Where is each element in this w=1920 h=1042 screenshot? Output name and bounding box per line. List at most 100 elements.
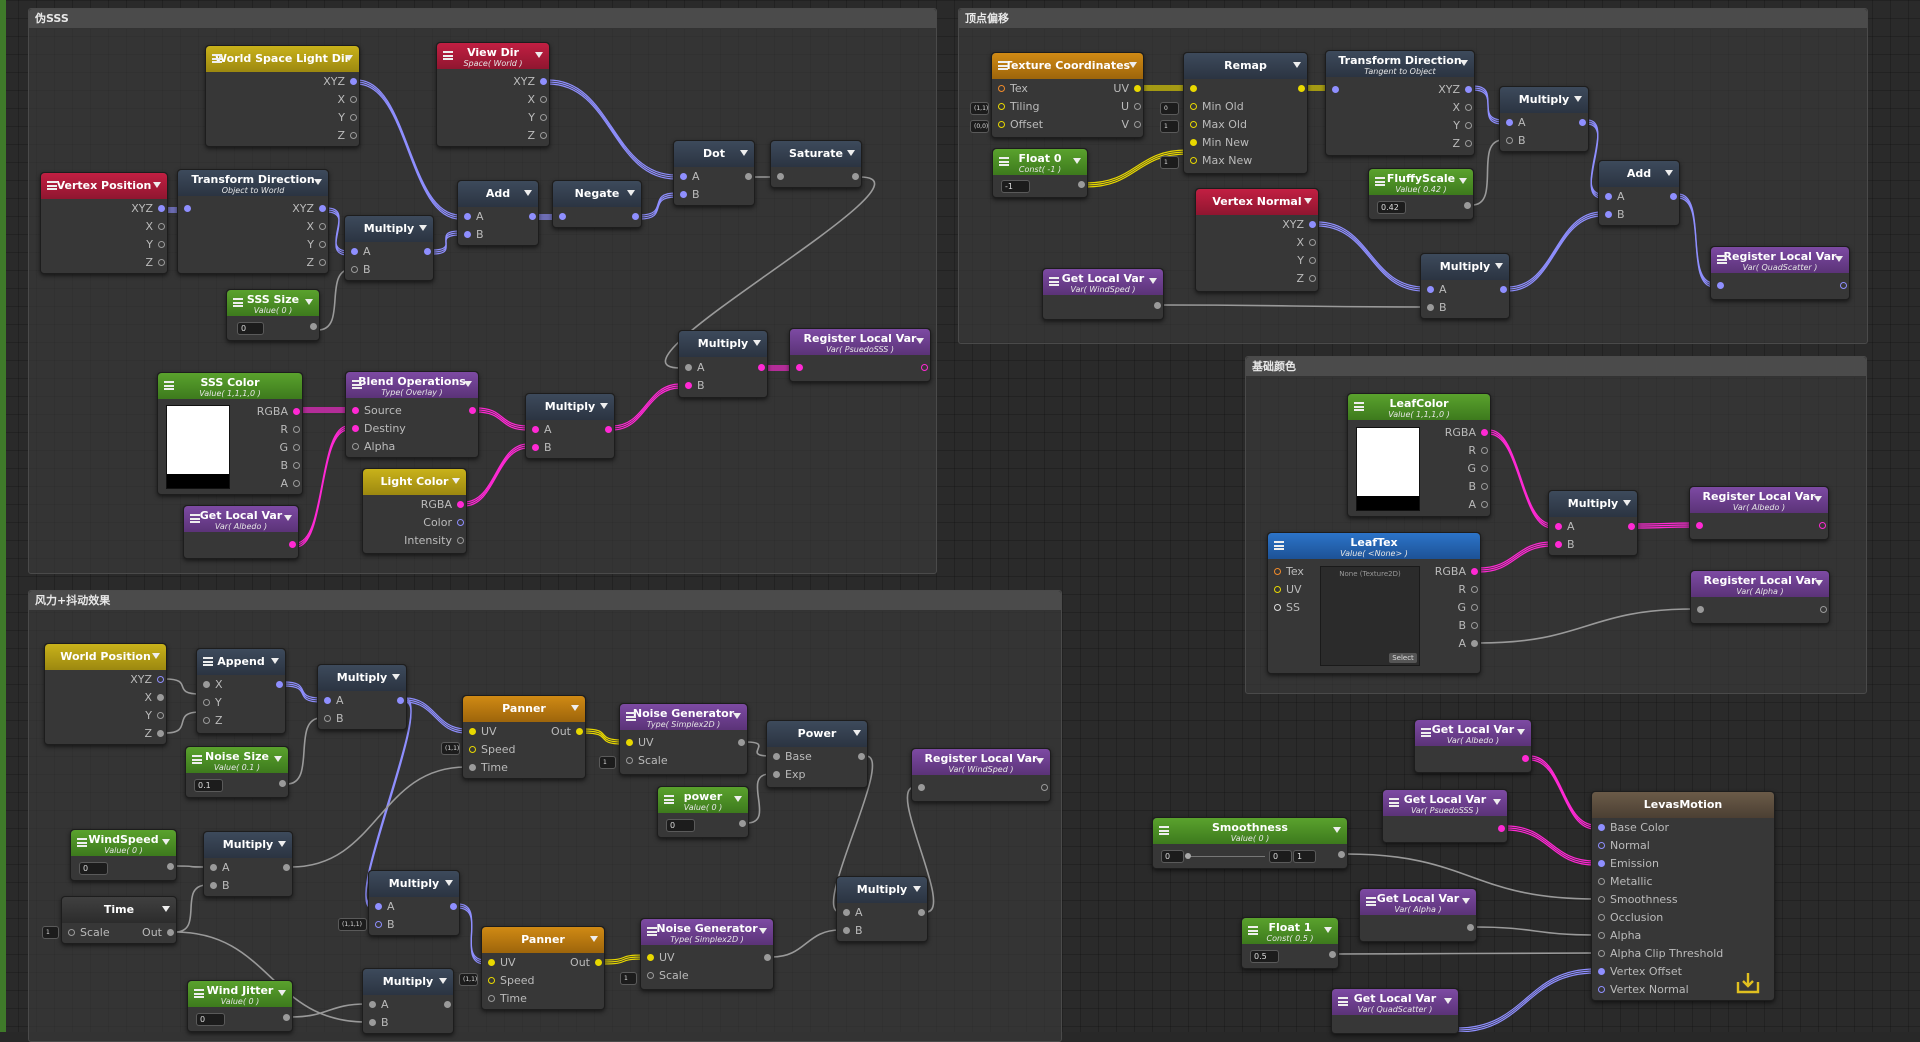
- node-register-local-var-alpha[interactable]: Register Local Var Var( Alpha ): [1690, 570, 1830, 624]
- port-a[interactable]: A: [322, 693, 344, 709]
- chevron-down-icon[interactable]: [1324, 927, 1332, 933]
- port-b[interactable]: B: [1468, 479, 1490, 495]
- port-rgba[interactable]: RGBA: [1435, 564, 1480, 580]
- chevron-down-icon[interactable]: [571, 705, 579, 711]
- node-fluffy-scale[interactable]: FluffyScale Value( 0.42 ) 0.42: [1368, 168, 1474, 220]
- node-time[interactable]: Time Scale Out: [61, 896, 177, 944]
- slider-track[interactable]: [1185, 856, 1265, 857]
- port-out[interactable]: [305, 319, 319, 335]
- port-uv[interactable]: UV: [486, 955, 516, 971]
- chevron-down-icon[interactable]: [345, 55, 353, 61]
- chevron-down-icon[interactable]: [419, 225, 427, 231]
- chevron-down-icon[interactable]: [734, 796, 742, 802]
- value-field[interactable]: 0: [237, 322, 264, 335]
- chevron-down-icon[interactable]: [439, 978, 447, 984]
- port-r[interactable]: R: [280, 422, 302, 438]
- port-a[interactable]: A: [1504, 115, 1526, 131]
- port-out[interactable]: [733, 735, 747, 751]
- port-xyz[interactable]: XYZ: [323, 74, 359, 90]
- port-out[interactable]: [162, 859, 176, 875]
- scale-field[interactable]: 1: [599, 756, 616, 769]
- node-float-1[interactable]: Float 1 Const( 0.5 ) 0.5: [1241, 917, 1339, 969]
- port-out[interactable]: [1493, 821, 1507, 837]
- port-g[interactable]: G: [1467, 461, 1490, 477]
- port-out[interactable]: [1495, 282, 1509, 298]
- node-float-0[interactable]: Float 0 Const( -1 ) -1: [992, 148, 1088, 198]
- port-b[interactable]: B: [678, 187, 700, 203]
- port-in[interactable]: [794, 360, 808, 376]
- port-out[interactable]: Out: [551, 724, 585, 740]
- port-exp[interactable]: Exp: [771, 767, 805, 783]
- port-b[interactable]: B: [280, 458, 302, 474]
- node-panner[interactable]: Panner UV Speed Time Out: [481, 926, 605, 1010]
- port-out[interactable]: [600, 422, 614, 438]
- node-transform-direction-tangent[interactable]: Transform Direction Tangent to Object XYZ…: [1325, 50, 1475, 156]
- node-get-local-var-psuedosss[interactable]: Get Local Var Var( PsuedoSSS ): [1382, 789, 1508, 843]
- port-a[interactable]: A: [841, 905, 863, 921]
- node-world-space-light-dir[interactable]: World Space Light Dir XYZ X Y Z: [205, 45, 360, 147]
- speed-field[interactable]: (1,1): [441, 742, 460, 755]
- node-panner[interactable]: Panner UV Speed Time Out: [462, 695, 586, 779]
- port-xyz[interactable]: XYZ: [513, 74, 549, 90]
- chevron-down-icon[interactable]: [1149, 278, 1157, 284]
- node-remap[interactable]: Remap Min Old Max Old Min New Max New: [1183, 52, 1308, 174]
- max-new-field[interactable]: 1: [1160, 156, 1179, 169]
- port-b[interactable]: B: [1504, 133, 1526, 149]
- chevron-down-icon[interactable]: [853, 730, 861, 736]
- port-b[interactable]: B: [530, 440, 552, 456]
- node-get-local-var-albedo[interactable]: Get Local Var Var( Albedo ): [183, 505, 299, 559]
- port-in[interactable]: [557, 209, 571, 225]
- port-source[interactable]: Source: [350, 403, 402, 419]
- port-max-old[interactable]: Max Old: [1188, 117, 1247, 133]
- port-out[interactable]: [913, 905, 927, 921]
- port-b[interactable]: B: [1458, 618, 1480, 634]
- port-r[interactable]: R: [1468, 443, 1490, 459]
- port-rgba[interactable]: RGBA: [1445, 425, 1490, 441]
- port-out[interactable]: [278, 860, 292, 876]
- port-r[interactable]: R: [1458, 582, 1480, 598]
- slider-handle[interactable]: [1185, 853, 1191, 859]
- chevron-down-icon[interactable]: [1073, 158, 1081, 164]
- min-old-field[interactable]: 0: [1160, 102, 1179, 115]
- port-out[interactable]: [1665, 189, 1679, 205]
- node-multiply[interactable]: Multiply A B: [344, 215, 434, 281]
- chevron-down-icon[interactable]: [1815, 580, 1823, 586]
- port-xyz[interactable]: XYZ: [1438, 82, 1474, 98]
- port-out[interactable]: [284, 537, 298, 553]
- value-field[interactable]: 0: [79, 862, 108, 875]
- port-xyz[interactable]: XYZ: [292, 201, 328, 217]
- node-leaf-tex[interactable]: LeafTex Value( <None> ) Tex UV SS None (T…: [1267, 532, 1481, 674]
- port-min-old[interactable]: Min Old: [1188, 99, 1244, 115]
- save-output-icon[interactable]: [1736, 972, 1760, 994]
- node-wind-speed[interactable]: WindSpeed Value( 0 ) 0: [70, 829, 177, 881]
- node-blend-operations[interactable]: Blend Operations Type( Overlay ) Source D…: [345, 371, 479, 458]
- port-y[interactable]: Y: [528, 110, 549, 126]
- port-in[interactable]: [1694, 518, 1708, 534]
- port-base-color[interactable]: Base Color: [1596, 820, 1669, 836]
- chevron-down-icon[interactable]: [153, 182, 161, 188]
- port-color[interactable]: Color: [423, 515, 466, 531]
- chevron-down-icon[interactable]: [1814, 496, 1822, 502]
- chevron-down-icon[interactable]: [314, 179, 322, 185]
- node-multiply[interactable]: Multiply A B: [317, 664, 407, 730]
- port-out[interactable]: [1835, 278, 1849, 294]
- chevron-down-icon[interactable]: [759, 928, 767, 934]
- chevron-down-icon[interactable]: [1129, 62, 1137, 68]
- port-b[interactable]: B: [1553, 537, 1575, 553]
- chevron-down-icon[interactable]: [1444, 998, 1452, 1004]
- port-x[interactable]: X: [144, 690, 166, 706]
- chevron-down-icon[interactable]: [535, 52, 543, 58]
- node-sss-color[interactable]: SSS Color Value( 1,1,1,0 ) RGBA R G B A: [157, 372, 303, 495]
- value-field[interactable]: -1: [1001, 180, 1030, 193]
- port-out[interactable]: Out: [142, 925, 176, 941]
- chevron-down-icon[interactable]: [452, 478, 460, 484]
- port-a[interactable]: A: [683, 360, 705, 376]
- port-scale[interactable]: Scale: [645, 968, 689, 984]
- chevron-down-icon[interactable]: [162, 906, 170, 912]
- port-g[interactable]: G: [279, 440, 302, 456]
- port-out[interactable]: [1333, 847, 1347, 863]
- port-z[interactable]: Z: [1296, 271, 1318, 287]
- port-y[interactable]: Y: [1453, 118, 1474, 134]
- node-noise-generator[interactable]: Noise Generator Type( Simplex2D ) UV Scal…: [619, 703, 748, 775]
- port-z[interactable]: Z: [306, 255, 328, 271]
